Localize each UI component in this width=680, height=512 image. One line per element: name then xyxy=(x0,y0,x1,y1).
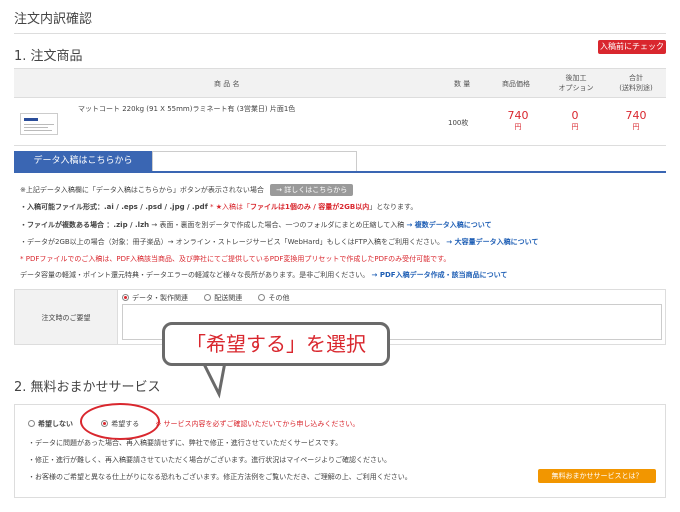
yen-label: 円 xyxy=(514,123,522,131)
note-line-2: ・入稿可能ファイル形式：.ai / .eps / .psd / .jpg / .… xyxy=(20,202,417,212)
pre-upload-check-button[interactable]: 入稿前にチェック xyxy=(598,40,666,54)
header-option-line1: 後加工 xyxy=(565,74,587,82)
pdf-notice: * PDFファイルでのご入稿は、PDF入稿該当商品、及び弊社にてご提供しているP… xyxy=(20,255,451,263)
note-line-2-mid: * ★入稿は「 xyxy=(209,203,250,211)
data-upload-button[interactable]: データ入稿はこちらから xyxy=(14,151,152,171)
upload-area[interactable] xyxy=(152,151,357,171)
product-name: マットコート 220kg (91 X 55mm)ラミネート有 (3営業日) 片面… xyxy=(78,105,296,113)
yen-label: 円 xyxy=(632,123,640,131)
note-line-1: ※上記データ入稿欄に「データ入稿はこちらから」ボタンが表示されない場合 → 詳し… xyxy=(20,184,354,196)
note-line-3: ・ファイルが複数ある場合 ：.zip / .lzh → 表面・裏面を別データで作… xyxy=(20,220,492,230)
service-bullet-1: ・データに問題があった場合、再入稿要請せずに、弊社で修正・進行させていただくサー… xyxy=(28,439,343,447)
header-total-line1: 合計 xyxy=(629,74,643,82)
header-option-line2: オプション xyxy=(558,84,594,92)
upload-underline xyxy=(14,171,666,173)
price-value: 740 xyxy=(507,109,529,122)
note-line-6-text: データ容量の軽減・ポイント還元特典・データエラーの軽減など様々な長所があります。… xyxy=(20,271,370,279)
section-title-free-service: 2. 無料おまかせサービス xyxy=(14,380,161,395)
header-total: 合計 (送料別途) xyxy=(610,73,662,93)
page-title: 注文内訳確認 xyxy=(14,12,93,27)
callout-tail xyxy=(201,362,227,399)
row-divider xyxy=(14,145,666,146)
request-option-other[interactable]: その他 xyxy=(258,294,289,302)
header-total-line2: (送料別途) xyxy=(619,84,653,92)
radio-icon[interactable] xyxy=(204,294,212,301)
divider xyxy=(14,33,666,34)
radio-selected-icon[interactable] xyxy=(122,294,129,301)
request-option-data[interactable]: データ・製作関連 xyxy=(122,294,188,302)
radio-icon[interactable] xyxy=(258,294,266,301)
note-line-3-text: → 表面・裏面を別データで作成した場合、一つのフォルダにまとめ圧縮して入稿 xyxy=(151,221,405,229)
total-price: 740 円 xyxy=(616,110,656,132)
request-label: 注文時のご要望 xyxy=(14,289,118,345)
header-price: 商品価格 xyxy=(502,80,530,88)
yen-label: 円 xyxy=(571,123,579,131)
large-data-link[interactable]: → 大容量データ入稿について xyxy=(446,238,538,246)
option-price: 0 円 xyxy=(555,110,595,132)
service-bullet-3: ・お客様のご希望と異なる仕上がりになる恐れもございます。修正方法例をご覧いただき… xyxy=(28,473,412,481)
request-type-options: データ・製作関連 配送関連 その他 xyxy=(122,293,289,303)
section-title-order-items: 1. 注文商品 xyxy=(14,49,83,64)
details-button[interactable]: → 詳しくはこちらから xyxy=(270,184,354,196)
table-header: 商 品 名 数 量 商品価格 後加工 オプション 合計 (送料別途) xyxy=(14,68,666,98)
note-line-1-text: ※上記データ入稿欄に「データ入稿はこちらから」ボタンが表示されない場合 xyxy=(20,186,264,194)
note-line-6: データ容量の軽減・ポイント還元特典・データエラーの軽減など様々な長所があります。… xyxy=(20,270,507,280)
callout-bubble: 「希望する」を選択 xyxy=(162,322,390,366)
service-bullet-2: ・修正・進行が難しく、再入稿要請させていただく場合がございます。進行状況はマイペ… xyxy=(28,456,392,464)
option-not-wanted[interactable]: 希望しない xyxy=(28,420,73,428)
multi-data-link[interactable]: → 複数データ入稿について xyxy=(407,221,492,229)
file-limit-text: ファイルは1個のみ / 容量が2GB以内 xyxy=(250,203,370,211)
option-value: 0 xyxy=(571,109,579,122)
header-qty: 数 量 xyxy=(454,80,471,88)
service-option-row: 希望しない 希望する ※ サービス内容を必ずご確認いただいてから申し込みください… xyxy=(28,419,359,429)
note-line-4: ・データが2GB以上の場合（対象：冊子楽品）→ オンライン・ストレージサービス「… xyxy=(20,237,538,247)
highlight-ellipse xyxy=(80,403,160,440)
free-service-info-button[interactable]: 無料おまかせサービスとは？ xyxy=(538,469,656,483)
pdf-guide-link[interactable]: → PDF入稿データ作成・該当商品について xyxy=(372,271,508,279)
radio-icon[interactable] xyxy=(28,420,35,427)
note-line-4-text: ・データが2GB以上の場合（対象：冊子楽品）→ オンライン・ストレージサービス「… xyxy=(20,238,445,246)
multi-file-label: ・ファイルが複数ある場合 ：.zip / .lzh xyxy=(20,221,150,229)
header-product-name: 商 品 名 xyxy=(214,80,240,88)
product-thumbnail xyxy=(20,113,58,135)
request-option-delivery[interactable]: 配送関連 xyxy=(204,294,242,302)
total-value: 740 xyxy=(625,109,647,122)
service-notice: ※ サービス内容を必ずご確認いただいてから申し込みください。 xyxy=(155,420,360,428)
file-format-label: ・入稿可能ファイル形式：.ai / .eps / .psd / .jpg / .… xyxy=(20,203,208,211)
product-price: 740 円 xyxy=(498,110,538,132)
note-line-2-end: 」となります。 xyxy=(369,203,418,211)
product-qty: 100枚 xyxy=(448,119,469,127)
header-option: 後加工 オプション xyxy=(554,73,598,93)
